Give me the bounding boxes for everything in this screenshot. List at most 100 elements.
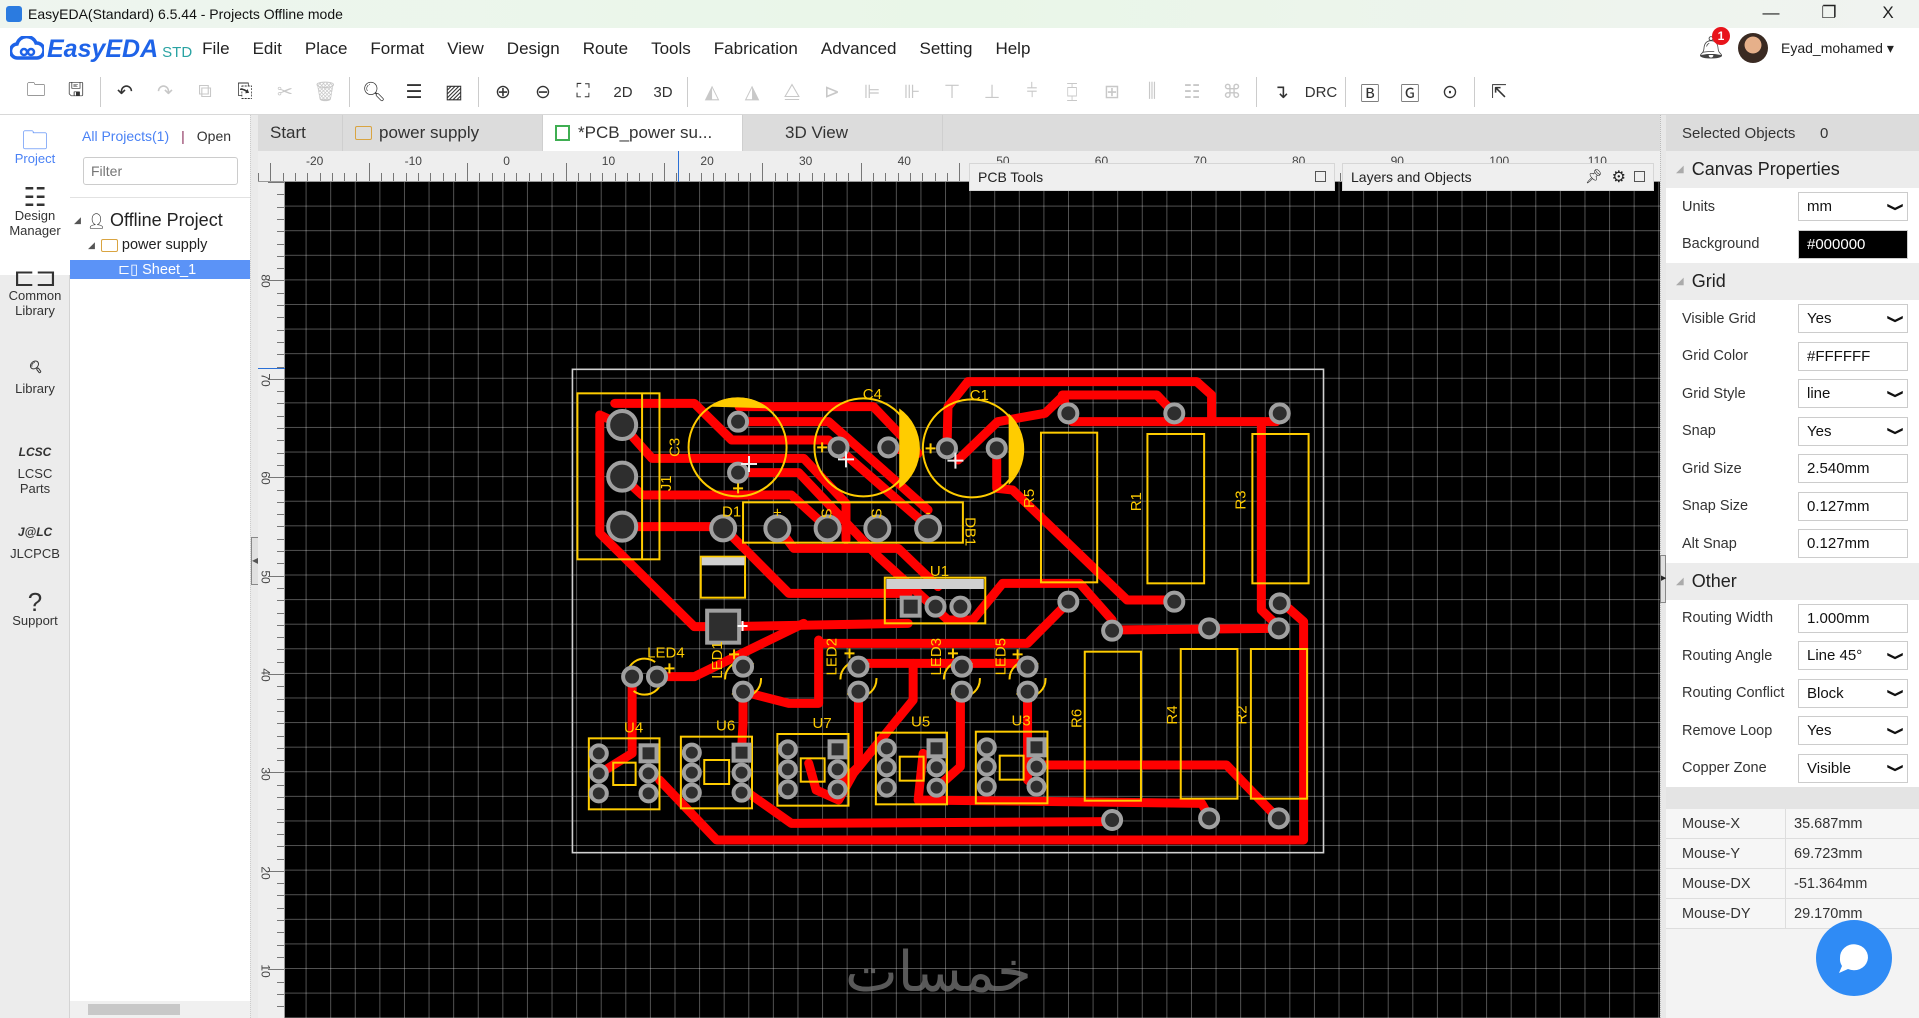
align-center-v-icon[interactable]: ⫩ — [1012, 81, 1052, 103]
layers-objects-panel[interactable]: Layers and Objects 📌︎ ⚙ — [1342, 163, 1654, 191]
find-component-icon[interactable]: ☰ — [394, 81, 434, 104]
menu-fabrication[interactable]: Fabrication — [714, 39, 798, 59]
menu-advanced[interactable]: Advanced — [821, 39, 897, 59]
prop-select[interactable]: Block ❯ — [1798, 678, 1908, 708]
section-other[interactable]: ◢ Other — [1666, 562, 1919, 600]
chat-button[interactable] — [1816, 920, 1892, 996]
distribute-h-icon[interactable]: ⫼ — [1132, 81, 1172, 103]
prop-select[interactable]: Yes ❯ — [1798, 716, 1908, 745]
pcb-tools-panel[interactable]: PCB Tools — [969, 163, 1335, 191]
align-center-h-icon[interactable]: ⧮ — [1052, 81, 1092, 103]
gerber-icon[interactable]: 🄶 — [1390, 79, 1430, 106]
align-grid-icon[interactable]: ⌘ — [1212, 81, 1252, 104]
save-icon[interactable]: 🖫 — [56, 76, 96, 108]
tree-root[interactable]: ◢ 👤︎ Offline Project — [74, 210, 223, 231]
view-3d[interactable]: 3D — [643, 84, 683, 101]
menu-design[interactable]: Design — [507, 39, 560, 59]
maximize-icon[interactable] — [1315, 171, 1326, 182]
prop-select[interactable]: Yes ❯ — [1798, 304, 1908, 333]
section-grid[interactable]: ◢ Grid — [1666, 263, 1919, 300]
maximize-icon[interactable] — [1634, 171, 1645, 182]
pick-place-icon[interactable]: ⊙ — [1430, 81, 1470, 104]
prop-select[interactable]: line ❯ — [1798, 379, 1908, 408]
zoom-in-icon[interactable]: ⊕ — [483, 81, 523, 104]
avatar[interactable] — [1738, 33, 1768, 63]
rail-common-library[interactable]: ⊏⊐ Common Library — [0, 264, 70, 318]
rail-support[interactable]: ? Support — [0, 589, 70, 628]
section-canvas-properties[interactable]: ◢ Canvas Properties — [1666, 151, 1919, 188]
grid-align-icon[interactable]: ⊞ — [1092, 81, 1132, 104]
collapse-triangle-icon[interactable]: ◢ — [1676, 276, 1684, 287]
prop-select[interactable]: Line 45° ❯ — [1798, 641, 1908, 670]
gear-icon[interactable]: ⚙ — [1612, 167, 1626, 187]
rail-lcsc-parts[interactable]: LCSC LCSC Parts — [0, 435, 70, 496]
menu-route[interactable]: Route — [583, 39, 628, 59]
expand-icon[interactable]: ◢ — [74, 215, 81, 226]
prop-input[interactable]: 0.127mm — [1798, 529, 1908, 558]
flip-v-icon[interactable]: ⊳ — [812, 81, 852, 104]
tab-3d-view[interactable]: 3D View — [743, 115, 943, 151]
drc-button[interactable]: DRC — [1301, 84, 1341, 101]
menu-file[interactable]: File — [202, 39, 229, 59]
tab-start[interactable]: Start — [258, 115, 343, 151]
erase-icon[interactable]: ▨ — [434, 81, 474, 104]
left-splitter[interactable]: ◀ — [250, 115, 259, 1018]
import-changes-icon[interactable]: ⇱ — [1479, 81, 1519, 104]
minimize-button[interactable]: — — [1756, 3, 1786, 23]
align-left-icon[interactable]: ⊫ — [852, 81, 892, 104]
prop-input[interactable]: 0.127mm — [1798, 491, 1908, 521]
pin-icon[interactable]: 📌︎ — [1585, 168, 1603, 185]
align-bottom-icon[interactable]: ⊥ — [972, 81, 1012, 104]
prop-input[interactable]: #FFFFFF — [1798, 341, 1908, 371]
prop-input[interactable]: 1.000mm — [1798, 603, 1908, 633]
prop-select[interactable]: Yes ❯ — [1798, 416, 1908, 446]
rail-jlcpcb[interactable]: J@LC JLCPCB — [0, 515, 70, 561]
prop-select[interactable]: Visible ❯ — [1798, 753, 1908, 783]
menu-help[interactable]: Help — [995, 39, 1030, 59]
delete-icon[interactable]: 🗑 — [305, 80, 345, 104]
view-2d[interactable]: 2D — [603, 84, 643, 101]
cut-icon[interactable]: ✂ — [265, 81, 305, 104]
menu-tools[interactable]: Tools — [651, 39, 691, 59]
menu-setting[interactable]: Setting — [920, 39, 973, 59]
open-folder-icon[interactable]: 🗀 — [16, 76, 56, 108]
paste-icon[interactable]: ⎘ — [225, 81, 265, 103]
search-icon[interactable]: 🔍︎ — [354, 80, 394, 104]
collapse-triangle-icon[interactable]: ◢ — [1676, 576, 1684, 587]
horizontal-scrollbar[interactable] — [70, 1001, 250, 1018]
all-projects-link[interactable]: All Projects(1) — [82, 128, 169, 144]
redo-icon[interactable]: ↷ — [145, 81, 185, 104]
prop-select[interactable]: mm ❯ — [1798, 192, 1908, 221]
tab-pcb[interactable]: *PCB_power su... — [543, 115, 743, 151]
align-right-icon[interactable]: ⊪ — [892, 81, 932, 104]
restore-button[interactable]: ❐ — [1814, 3, 1844, 23]
pcb-board[interactable]: C3 C4 C1 D1 DB1 U1 R5 R1 R3 LED4 LED1 LED2 LED3 LED5 U… — [560, 360, 1340, 860]
rail-design-manager[interactable]: ☷ Design Manager — [0, 184, 70, 238]
menu-place[interactable]: Place — [305, 39, 348, 59]
rail-project[interactable]: 🗀 Project — [0, 127, 70, 166]
fit-view-icon[interactable]: ⛶ — [563, 81, 603, 103]
bom-icon[interactable]: 🄱 — [1350, 79, 1390, 106]
zoom-out-icon[interactable]: ⊖ — [523, 81, 563, 104]
user-menu[interactable]: Eyad_mohamed ▾ — [1781, 40, 1894, 57]
rail-library[interactable]: 🔍︎ Library — [0, 350, 70, 396]
tree-sheet-selected[interactable]: ⊏▯ Sheet_1 — [70, 260, 250, 279]
prop-input[interactable]: 2.540mm — [1798, 454, 1908, 483]
distribute-v-icon[interactable]: ☷ — [1172, 81, 1212, 104]
rotate-left-icon[interactable]: ◭ — [692, 81, 732, 104]
prop-input[interactable]: #000000 — [1798, 229, 1908, 259]
tab-power-supply[interactable]: power supply — [343, 115, 543, 151]
menu-edit[interactable]: Edit — [253, 39, 282, 59]
expand-icon[interactable]: ◢ — [88, 240, 95, 251]
tree-folder[interactable]: ◢ power supply — [88, 237, 207, 253]
undo-icon[interactable]: ↶ — [105, 81, 145, 104]
align-top-icon[interactable]: ⊤ — [932, 81, 972, 104]
menu-view[interactable]: View — [447, 39, 484, 59]
flip-h-icon[interactable]: ⧋ — [772, 81, 812, 103]
duplicate-icon[interactable]: ⧉ — [185, 81, 225, 103]
menu-format[interactable]: Format — [370, 39, 424, 59]
rotate-right-icon[interactable]: ◮ — [732, 81, 772, 104]
collapse-triangle-icon[interactable]: ◢ — [1676, 164, 1684, 175]
close-button[interactable]: X — [1873, 3, 1903, 23]
filter-input[interactable] — [83, 157, 238, 185]
